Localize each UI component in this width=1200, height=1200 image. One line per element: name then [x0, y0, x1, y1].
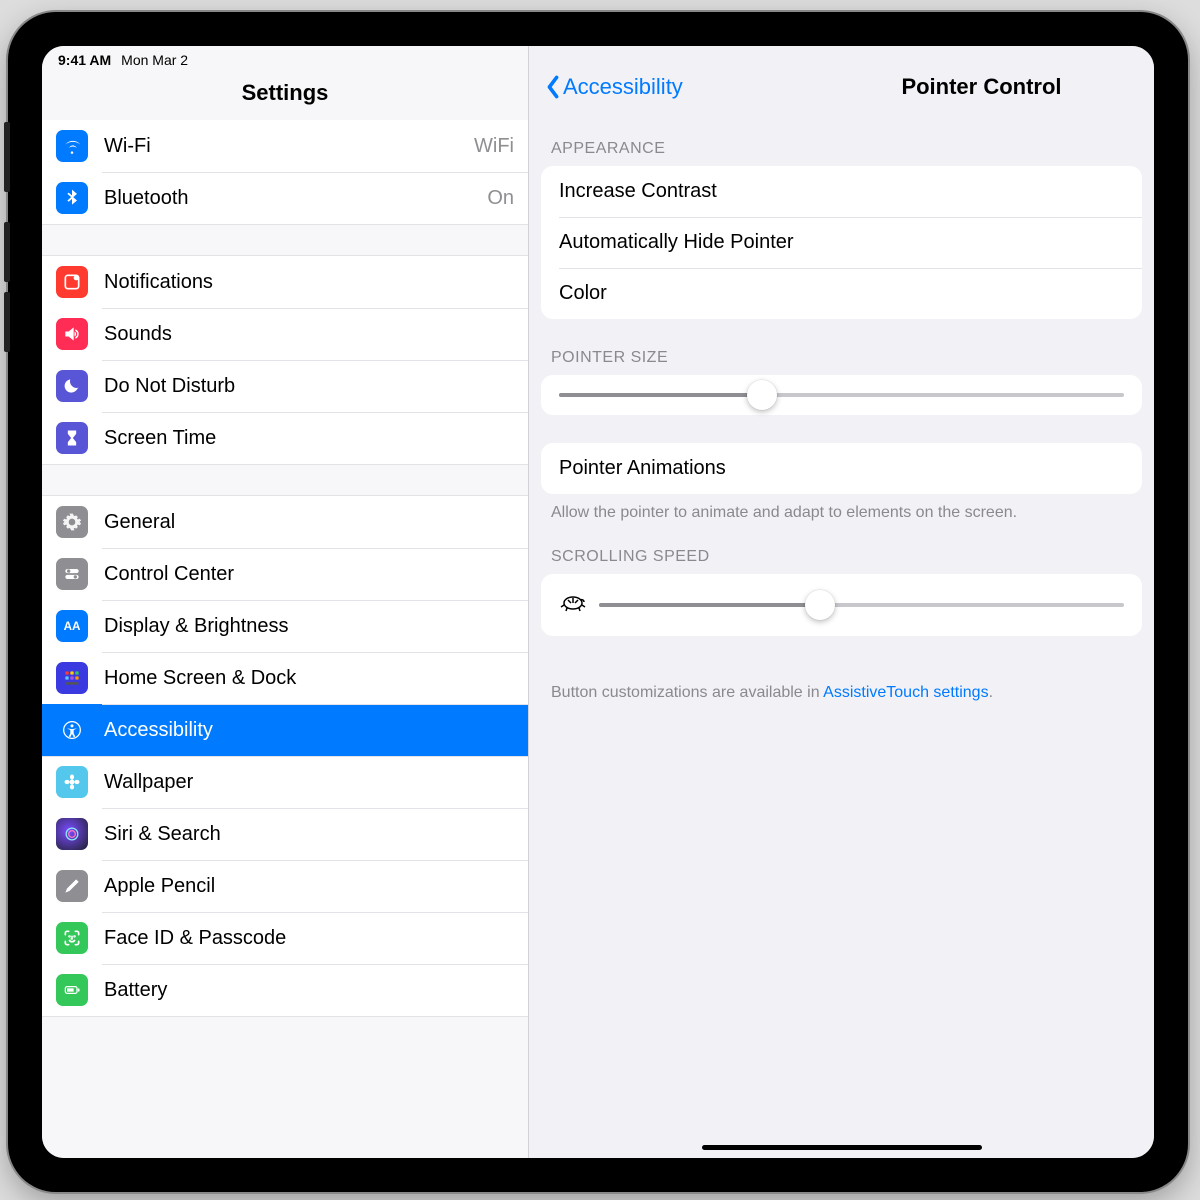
- sidebar-item-controlcenter[interactable]: Control Center: [42, 548, 528, 600]
- bluetooth-icon: [56, 182, 88, 214]
- section-header-pointer-size: POINTER SIZE: [529, 319, 1154, 375]
- flower-icon: [56, 766, 88, 798]
- pencil-icon: [56, 870, 88, 902]
- settings-list[interactable]: Wi-Fi WiFi Bluetooth On: [42, 120, 528, 1158]
- sidebar-item-dnd[interactable]: Do Not Disturb: [42, 360, 528, 412]
- row-label: Display & Brightness: [104, 615, 514, 638]
- faceid-icon: [56, 922, 88, 954]
- row-value: On: [487, 187, 514, 210]
- cell-label: Color: [559, 282, 607, 304]
- row-label: Do Not Disturb: [104, 375, 514, 398]
- sounds-icon: [56, 318, 88, 350]
- detail-pane: Accessibility Pointer Control APPEARANCE…: [529, 46, 1154, 1158]
- pointer-animations-footer: Allow the pointer to animate and adapt t…: [529, 494, 1154, 524]
- aa-icon: AA: [56, 610, 88, 642]
- sidebar-item-wallpaper[interactable]: Wallpaper: [42, 756, 528, 808]
- row-label: Wallpaper: [104, 771, 514, 794]
- cell-label: Increase Contrast: [559, 180, 717, 202]
- sidebar-item-applepencil[interactable]: Apple Pencil: [42, 860, 528, 912]
- scrolling-speed-slider-cell: [541, 574, 1142, 636]
- gear-icon: [56, 506, 88, 538]
- row-label: Accessibility: [104, 719, 514, 742]
- status-time: 9:41 AM: [58, 52, 111, 68]
- back-button[interactable]: Accessibility: [545, 74, 683, 100]
- cell-label: Automatically Hide Pointer: [559, 231, 794, 253]
- section-header-scrolling-speed: SCROLLING SPEED: [529, 524, 1154, 574]
- section-header-appearance: APPEARANCE: [529, 110, 1154, 166]
- sidebar-item-sounds[interactable]: Sounds: [42, 308, 528, 360]
- row-label: Sounds: [104, 323, 514, 346]
- sidebar-item-wifi[interactable]: Wi-Fi WiFi: [42, 120, 528, 172]
- sidebar-item-faceid[interactable]: Face ID & Passcode: [42, 912, 528, 964]
- appearance-group: Increase Contrast Automatically Hide Poi…: [541, 166, 1142, 319]
- cell-color[interactable]: Color: [541, 268, 1142, 319]
- scrolling-speed-slider[interactable]: [599, 603, 1124, 607]
- sidebar-item-accessibility[interactable]: Accessibility: [42, 704, 528, 756]
- cell-auto-hide-pointer[interactable]: Automatically Hide Pointer: [541, 217, 1142, 268]
- row-label: Wi-Fi: [104, 135, 474, 158]
- bottom-note: Button customizations are available in A…: [529, 636, 1154, 704]
- slider-thumb[interactable]: [747, 380, 777, 410]
- row-label: Siri & Search: [104, 823, 514, 846]
- grid-icon: [56, 662, 88, 694]
- wifi-icon: [56, 130, 88, 162]
- row-label: Face ID & Passcode: [104, 927, 514, 950]
- cell-increase-contrast[interactable]: Increase Contrast: [541, 166, 1142, 217]
- screen: 9:41 AM Mon Mar 2 Settings Wi-Fi WiFi: [42, 46, 1154, 1158]
- status-date: Mon Mar 2: [121, 52, 188, 68]
- row-label: Screen Time: [104, 427, 514, 450]
- bottom-note-suffix: .: [989, 684, 993, 701]
- detail-header: Accessibility Pointer Control: [529, 46, 1154, 110]
- settings-group: General Control Center AA D: [42, 495, 528, 1017]
- settings-group: Notifications Sounds Do No: [42, 255, 528, 465]
- slider-thumb[interactable]: [805, 590, 835, 620]
- row-value: WiFi: [474, 135, 514, 158]
- moon-icon: [56, 370, 88, 402]
- sidebar-item-battery[interactable]: Battery: [42, 964, 528, 1016]
- slider-fill: [599, 603, 820, 607]
- turtle-icon: [559, 592, 587, 618]
- sidebar-item-notifications[interactable]: Notifications: [42, 256, 528, 308]
- sidebar-item-bluetooth[interactable]: Bluetooth On: [42, 172, 528, 224]
- settings-sidebar: Settings Wi-Fi WiFi: [42, 46, 529, 1158]
- notifications-icon: [56, 266, 88, 298]
- row-label: Bluetooth: [104, 187, 487, 210]
- switches-icon: [56, 558, 88, 590]
- cell-pointer-animations[interactable]: Pointer Animations: [541, 443, 1142, 494]
- siri-icon: [56, 818, 88, 850]
- back-label: Accessibility: [563, 74, 683, 100]
- row-label: General: [104, 511, 514, 534]
- row-label: Home Screen & Dock: [104, 667, 514, 690]
- assistivetouch-link[interactable]: AssistiveTouch settings: [823, 684, 988, 701]
- pointer-size-slider-cell: [541, 375, 1142, 415]
- sidebar-item-homescreen[interactable]: Home Screen & Dock: [42, 652, 528, 704]
- pointer-size-slider[interactable]: [559, 393, 1124, 397]
- row-label: Control Center: [104, 563, 514, 586]
- cell-label: Pointer Animations: [559, 457, 726, 479]
- sidebar-item-display[interactable]: AA Display & Brightness: [42, 600, 528, 652]
- svg-text:AA: AA: [64, 620, 81, 633]
- sidebar-item-siri[interactable]: Siri & Search: [42, 808, 528, 860]
- ipad-frame: 9:41 AM Mon Mar 2 Settings Wi-Fi WiFi: [8, 12, 1188, 1192]
- row-label: Battery: [104, 979, 514, 1002]
- sidebar-item-general[interactable]: General: [42, 496, 528, 548]
- power-button: [4, 122, 10, 192]
- row-label: Notifications: [104, 271, 514, 294]
- bottom-note-prefix: Button customizations are available in: [551, 684, 823, 701]
- chevron-left-icon: [545, 75, 561, 99]
- pointer-animations-group: Pointer Animations: [541, 443, 1142, 494]
- row-label: Apple Pencil: [104, 875, 514, 898]
- battery-icon: [56, 974, 88, 1006]
- home-indicator: [702, 1145, 982, 1150]
- status-bar: 9:41 AM Mon Mar 2: [58, 52, 188, 68]
- sidebar-item-screentime[interactable]: Screen Time: [42, 412, 528, 464]
- settings-group: Wi-Fi WiFi Bluetooth On: [42, 120, 528, 225]
- sidebar-title: Settings: [42, 80, 528, 106]
- detail-title: Pointer Control: [669, 74, 1154, 100]
- volume-down-button: [4, 292, 10, 352]
- slider-fill: [559, 393, 762, 397]
- hourglass-icon: [56, 422, 88, 454]
- volume-up-button: [4, 222, 10, 282]
- accessibility-icon: [56, 714, 88, 746]
